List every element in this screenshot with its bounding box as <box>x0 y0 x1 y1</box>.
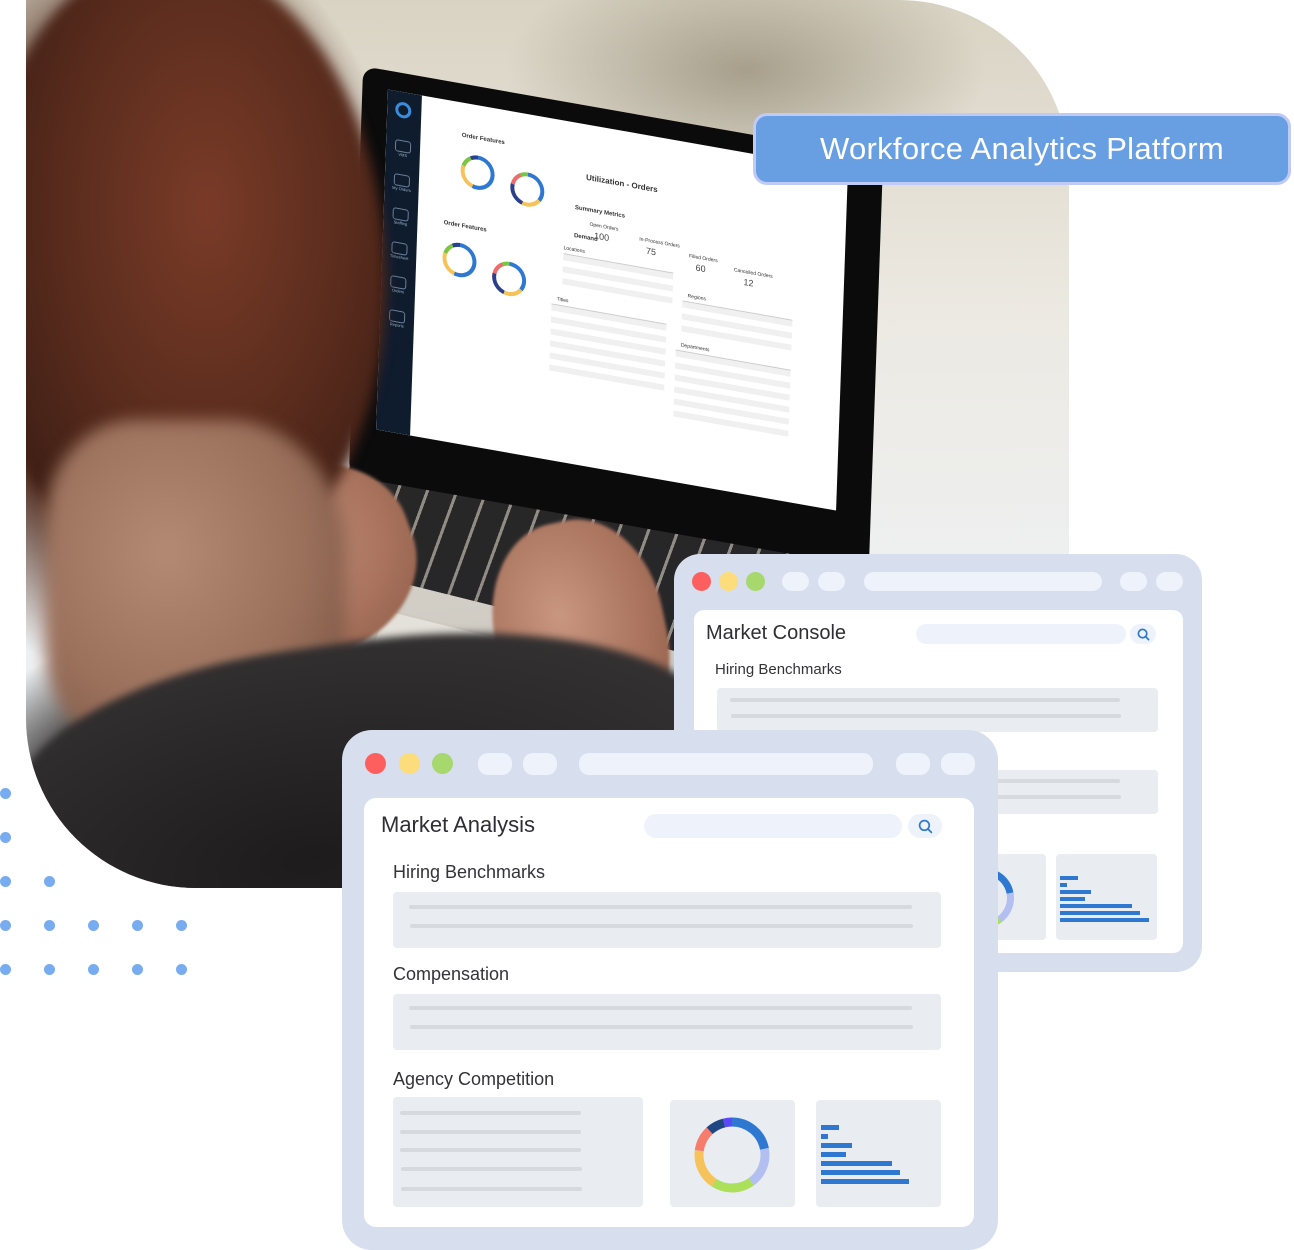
benchmarks-content-box <box>393 892 941 948</box>
decorative-dot <box>88 964 99 975</box>
toolbar-button[interactable] <box>1156 572 1183 591</box>
panel-heading: Order Features <box>443 220 487 234</box>
donut-chart <box>491 258 527 299</box>
agency-list-box <box>393 1097 643 1207</box>
decorative-dot <box>0 920 11 931</box>
platform-title: Workforce Analytics Platform <box>819 131 1225 166</box>
decorative-dot <box>44 964 55 975</box>
bar-chart-bar <box>821 1152 846 1157</box>
window-title: Market Console <box>706 622 847 644</box>
metric-value: 75 <box>645 245 657 258</box>
placeholder-line <box>409 1006 912 1010</box>
close-window-button[interactable] <box>365 753 386 774</box>
section-heading: Agency Competition <box>393 1069 555 1089</box>
bar-chart-card <box>816 1100 941 1207</box>
section-heading: Hiring Benchmarks <box>715 661 842 678</box>
metric-value: 12 <box>743 276 754 289</box>
bar-chart-bar <box>821 1125 839 1130</box>
search-icon <box>1137 628 1149 640</box>
placeholder-line <box>400 1148 581 1152</box>
bar-chart-card <box>1056 854 1157 940</box>
decorative-dot <box>0 832 11 843</box>
decorative-dot <box>176 920 187 931</box>
market-analysis-window: Market Analysis Hiring Benchmarks Compen… <box>342 730 998 1250</box>
bar-chart-bar <box>1060 876 1078 880</box>
donut-chart <box>441 240 478 281</box>
address-bar[interactable] <box>864 572 1102 591</box>
bar-chart-bar <box>821 1179 909 1184</box>
placeholder-line <box>730 698 1120 702</box>
decorative-dot <box>44 920 55 931</box>
donut-chart <box>460 152 496 193</box>
toolbar-button[interactable] <box>523 753 557 775</box>
placeholder-line <box>401 1187 582 1191</box>
decorative-dot <box>0 876 11 887</box>
placeholder-line <box>410 1025 913 1029</box>
placeholder-line <box>410 924 913 928</box>
window-title: Market Analysis <box>381 812 536 837</box>
minimize-window-button[interactable] <box>399 753 420 774</box>
toolbar-button[interactable] <box>941 753 975 775</box>
toolbar-button[interactable] <box>1120 572 1147 591</box>
compensation-content-box <box>393 994 941 1050</box>
bar-chart-bar <box>1060 897 1085 901</box>
platform-title-badge: Workforce Analytics Platform <box>753 113 1291 185</box>
placeholder-line <box>400 1130 581 1134</box>
bar-chart-bar <box>1060 918 1149 922</box>
bar-chart-bar <box>1060 890 1092 894</box>
section-heading: Hiring Benchmarks <box>393 862 546 882</box>
table-heading: Titles <box>556 296 569 305</box>
locations-table <box>562 253 674 310</box>
dashboard-page-title: Utilization - Orders <box>585 172 658 195</box>
titles-table <box>548 303 667 397</box>
toolbar-button[interactable] <box>478 753 512 775</box>
agency-donut-chart <box>694 1117 770 1193</box>
bar-chart-bar <box>1060 883 1068 887</box>
metric-value: 60 <box>695 262 706 275</box>
panel-heading: Order Features <box>461 132 505 147</box>
search-input[interactable] <box>916 624 1126 644</box>
address-bar[interactable] <box>579 753 873 775</box>
summary-heading: Summary Metrics <box>574 204 626 220</box>
bar-chart-bar <box>821 1170 901 1175</box>
minimize-window-button[interactable] <box>719 572 738 591</box>
metric-label: Filled Orders <box>688 253 718 265</box>
search-icon <box>918 819 932 833</box>
decorative-dot <box>88 920 99 931</box>
decorative-dot <box>132 964 143 975</box>
toolbar-button[interactable] <box>782 572 809 591</box>
bar-chart-bar <box>821 1134 829 1139</box>
bar-chart-bar <box>821 1143 852 1148</box>
bar-chart-bar <box>821 1161 893 1166</box>
maximize-window-button[interactable] <box>432 753 453 774</box>
search-input[interactable] <box>644 814 902 838</box>
decorative-dot <box>0 788 11 799</box>
section-heading: Compensation <box>393 964 510 984</box>
decorative-dot <box>0 964 11 975</box>
donut-chart <box>509 169 545 210</box>
decorative-dot <box>176 964 187 975</box>
toolbar-button[interactable] <box>896 753 930 775</box>
search-button[interactable] <box>1130 624 1156 644</box>
benchmarks-content-box <box>717 688 1158 732</box>
bar-chart-bar <box>1060 904 1133 908</box>
search-button[interactable] <box>908 814 942 838</box>
placeholder-line <box>401 1167 582 1171</box>
placeholder-line <box>409 905 912 909</box>
decorative-dot <box>132 920 143 931</box>
close-window-button[interactable] <box>692 572 711 591</box>
placeholder-line <box>400 1111 581 1115</box>
analysis-content: Market Analysis Hiring Benchmarks Compen… <box>364 798 974 1227</box>
regions-table <box>681 300 793 351</box>
donut-chart-card <box>670 1100 795 1207</box>
toolbar-button[interactable] <box>818 572 845 591</box>
app-logo-icon <box>395 100 412 120</box>
departments-table <box>673 349 791 443</box>
placeholder-line <box>731 714 1121 718</box>
maximize-window-button[interactable] <box>746 572 765 591</box>
bar-chart-bar <box>1060 911 1141 915</box>
